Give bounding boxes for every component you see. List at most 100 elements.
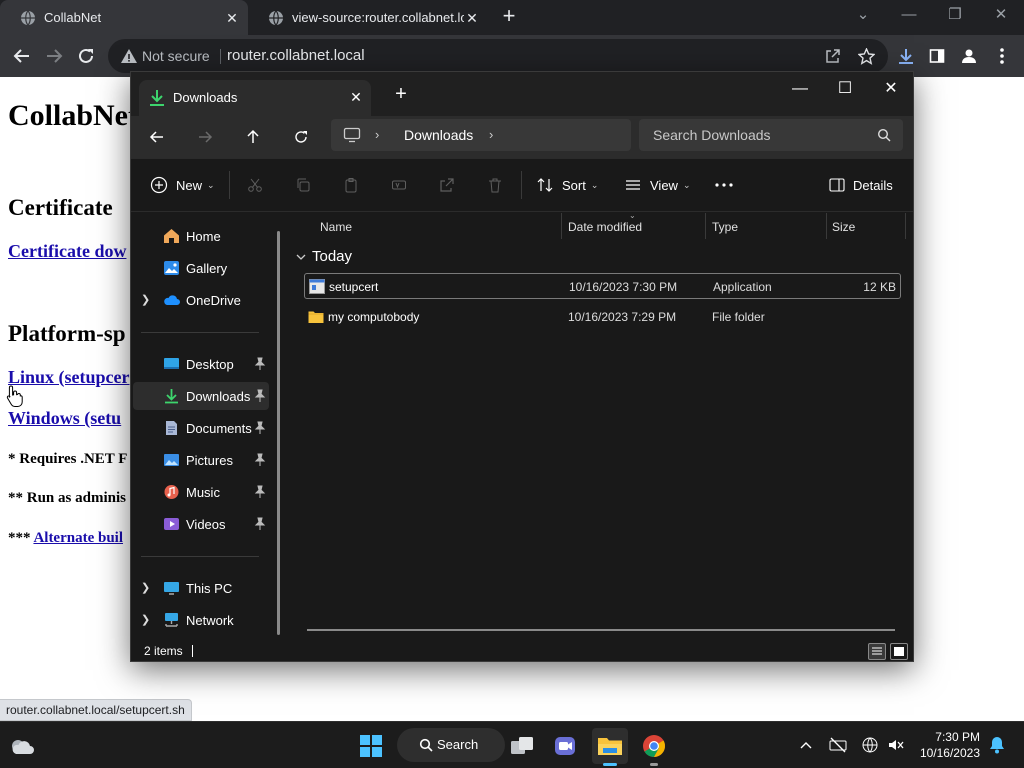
chevron-right-icon[interactable]: › — [375, 127, 379, 142]
forward-button[interactable] — [43, 45, 65, 67]
chevron-right-icon[interactable]: › — [489, 127, 493, 142]
file-row-my-computobody[interactable]: my computobody 10/16/2023 7:29 PM File f… — [304, 304, 901, 330]
reload-button[interactable] — [75, 45, 97, 67]
alternate-build-link[interactable]: Alternate buil — [33, 530, 123, 546]
tab-search-icon[interactable]: ⌄ — [851, 6, 875, 26]
pin-icon[interactable] — [254, 357, 266, 371]
chevron-right-icon[interactable]: ❯ — [141, 580, 153, 596]
close-window-icon[interactable]: ✕ — [868, 76, 913, 104]
restore-icon[interactable]: ❐ — [943, 6, 967, 26]
sort-button[interactable]: Sort ⌄ — [537, 173, 598, 197]
search-input[interactable]: Search Downloads — [653, 127, 771, 143]
close-tab-icon[interactable]: ✕ — [464, 10, 480, 26]
file-row-setupcert[interactable]: setupcert 10/16/2023 7:30 PM Application… — [304, 273, 901, 299]
chevron-down-icon[interactable] — [295, 251, 307, 263]
column-header-name[interactable]: Name — [320, 220, 352, 234]
forward-button[interactable] — [194, 126, 216, 148]
close-tab-icon[interactable]: ✕ — [347, 88, 365, 106]
browser-tab-view-source[interactable]: view-source:router.collabnet.local ✕ — [248, 0, 488, 35]
group-header-today[interactable]: Today — [312, 248, 352, 265]
taskbar-clock-date[interactable]: 10/16/2023 — [920, 746, 980, 760]
explorer-address-bar[interactable]: › Downloads › — [331, 119, 631, 151]
file-explorer-app[interactable] — [592, 728, 628, 766]
column-header-type[interactable]: Type — [712, 220, 738, 234]
taskbar-clock-time[interactable]: 7:30 PM — [935, 730, 980, 744]
close-tab-icon[interactable]: ✕ — [224, 10, 240, 26]
address-bar[interactable]: Not secure router.collabnet.local — [108, 39, 888, 73]
globe-icon[interactable] — [860, 735, 880, 755]
maximize-icon[interactable]: ☐ — [822, 76, 868, 104]
column-divider[interactable] — [826, 213, 827, 239]
rename-icon[interactable] — [389, 175, 409, 195]
taskbar-search[interactable]: Search — [397, 728, 505, 762]
chevron-right-icon[interactable]: ❯ — [141, 612, 153, 628]
sidebar-item-pictures[interactable]: Pictures — [133, 446, 269, 474]
pin-icon[interactable] — [254, 485, 266, 499]
side-panel-icon[interactable] — [926, 45, 948, 67]
sidebar-item-onedrive[interactable]: ❯ OneDrive — [133, 286, 269, 314]
new-tab-button[interactable]: + — [497, 5, 521, 28]
volume-muted-icon[interactable] — [886, 735, 906, 755]
tiles-view-button[interactable] — [890, 643, 908, 660]
chevron-up-icon[interactable] — [796, 735, 816, 755]
share-icon[interactable] — [822, 45, 844, 67]
pin-icon[interactable] — [254, 453, 266, 467]
minimize-icon[interactable]: — — [777, 76, 823, 104]
sidebar-scrollbar[interactable] — [277, 231, 280, 635]
windows-download-link[interactable]: Windows (setu — [8, 408, 121, 429]
column-header-date[interactable]: Date modified — [568, 220, 642, 234]
sidebar-item-network[interactable]: ❯ Network — [133, 606, 269, 634]
bookmark-star-icon[interactable] — [855, 45, 877, 67]
certificate-download-link[interactable]: Certificate dow — [8, 241, 126, 262]
pin-icon[interactable] — [254, 421, 266, 435]
downloads-icon[interactable] — [895, 45, 917, 67]
sidebar-item-videos[interactable]: Videos — [133, 510, 269, 538]
sidebar-item-documents[interactable]: Documents — [133, 414, 269, 442]
security-label[interactable]: Not secure — [142, 48, 210, 64]
close-window-icon[interactable]: ✕ — [989, 6, 1013, 26]
back-button[interactable] — [146, 126, 168, 148]
sidebar-item-home[interactable]: Home — [133, 222, 269, 250]
minimize-icon[interactable]: — — [897, 6, 921, 26]
more-options-icon[interactable] — [715, 173, 733, 197]
details-pane-button[interactable]: Details — [829, 173, 893, 197]
pin-icon[interactable] — [254, 517, 266, 531]
url-text[interactable]: router.collabnet.local — [227, 47, 365, 64]
network-disconnected-icon[interactable] — [828, 735, 848, 755]
new-button[interactable]: New ⌄ — [150, 173, 215, 197]
teams-app[interactable] — [547, 728, 583, 764]
sidebar-item-desktop[interactable]: Desktop — [133, 350, 269, 378]
details-view-button[interactable] — [868, 643, 886, 660]
sidebar-item-music[interactable]: Music — [133, 478, 269, 506]
chrome-app[interactable] — [636, 728, 672, 766]
horizontal-scrollbar[interactable] — [307, 629, 895, 631]
view-button[interactable]: View ⌄ — [625, 173, 691, 197]
column-divider[interactable] — [905, 213, 906, 239]
explorer-search-box[interactable]: Search Downloads — [639, 119, 903, 151]
column-header-size[interactable]: Size — [832, 220, 855, 234]
new-tab-button[interactable]: + — [389, 84, 413, 106]
sidebar-item-gallery[interactable]: Gallery — [133, 254, 269, 282]
sidebar-item-downloads[interactable]: Downloads — [133, 382, 269, 410]
notification-bell-icon[interactable] — [987, 735, 1007, 755]
delete-icon[interactable] — [485, 175, 505, 195]
share-icon[interactable] — [437, 175, 457, 195]
breadcrumb-downloads[interactable]: Downloads — [404, 127, 473, 143]
column-divider[interactable] — [705, 213, 706, 239]
pin-icon[interactable] — [254, 389, 266, 403]
sidebar-item-this-pc[interactable]: ❯ This PC — [133, 574, 269, 602]
copy-icon[interactable] — [293, 175, 313, 195]
profile-icon[interactable] — [958, 45, 980, 67]
chevron-right-icon[interactable]: ❯ — [141, 292, 153, 308]
cut-icon[interactable] — [245, 175, 265, 195]
start-button[interactable] — [353, 728, 389, 764]
menu-kebab-icon[interactable] — [991, 45, 1013, 67]
up-button[interactable] — [242, 126, 264, 148]
column-divider[interactable] — [561, 213, 562, 239]
back-button[interactable] — [11, 45, 33, 67]
linux-download-link[interactable]: Linux (setupcer — [8, 367, 130, 388]
explorer-tab-downloads[interactable]: Downloads ✕ — [139, 80, 371, 116]
paste-icon[interactable] — [341, 175, 361, 195]
refresh-button[interactable] — [290, 126, 312, 148]
weather-widget[interactable] — [4, 728, 40, 764]
